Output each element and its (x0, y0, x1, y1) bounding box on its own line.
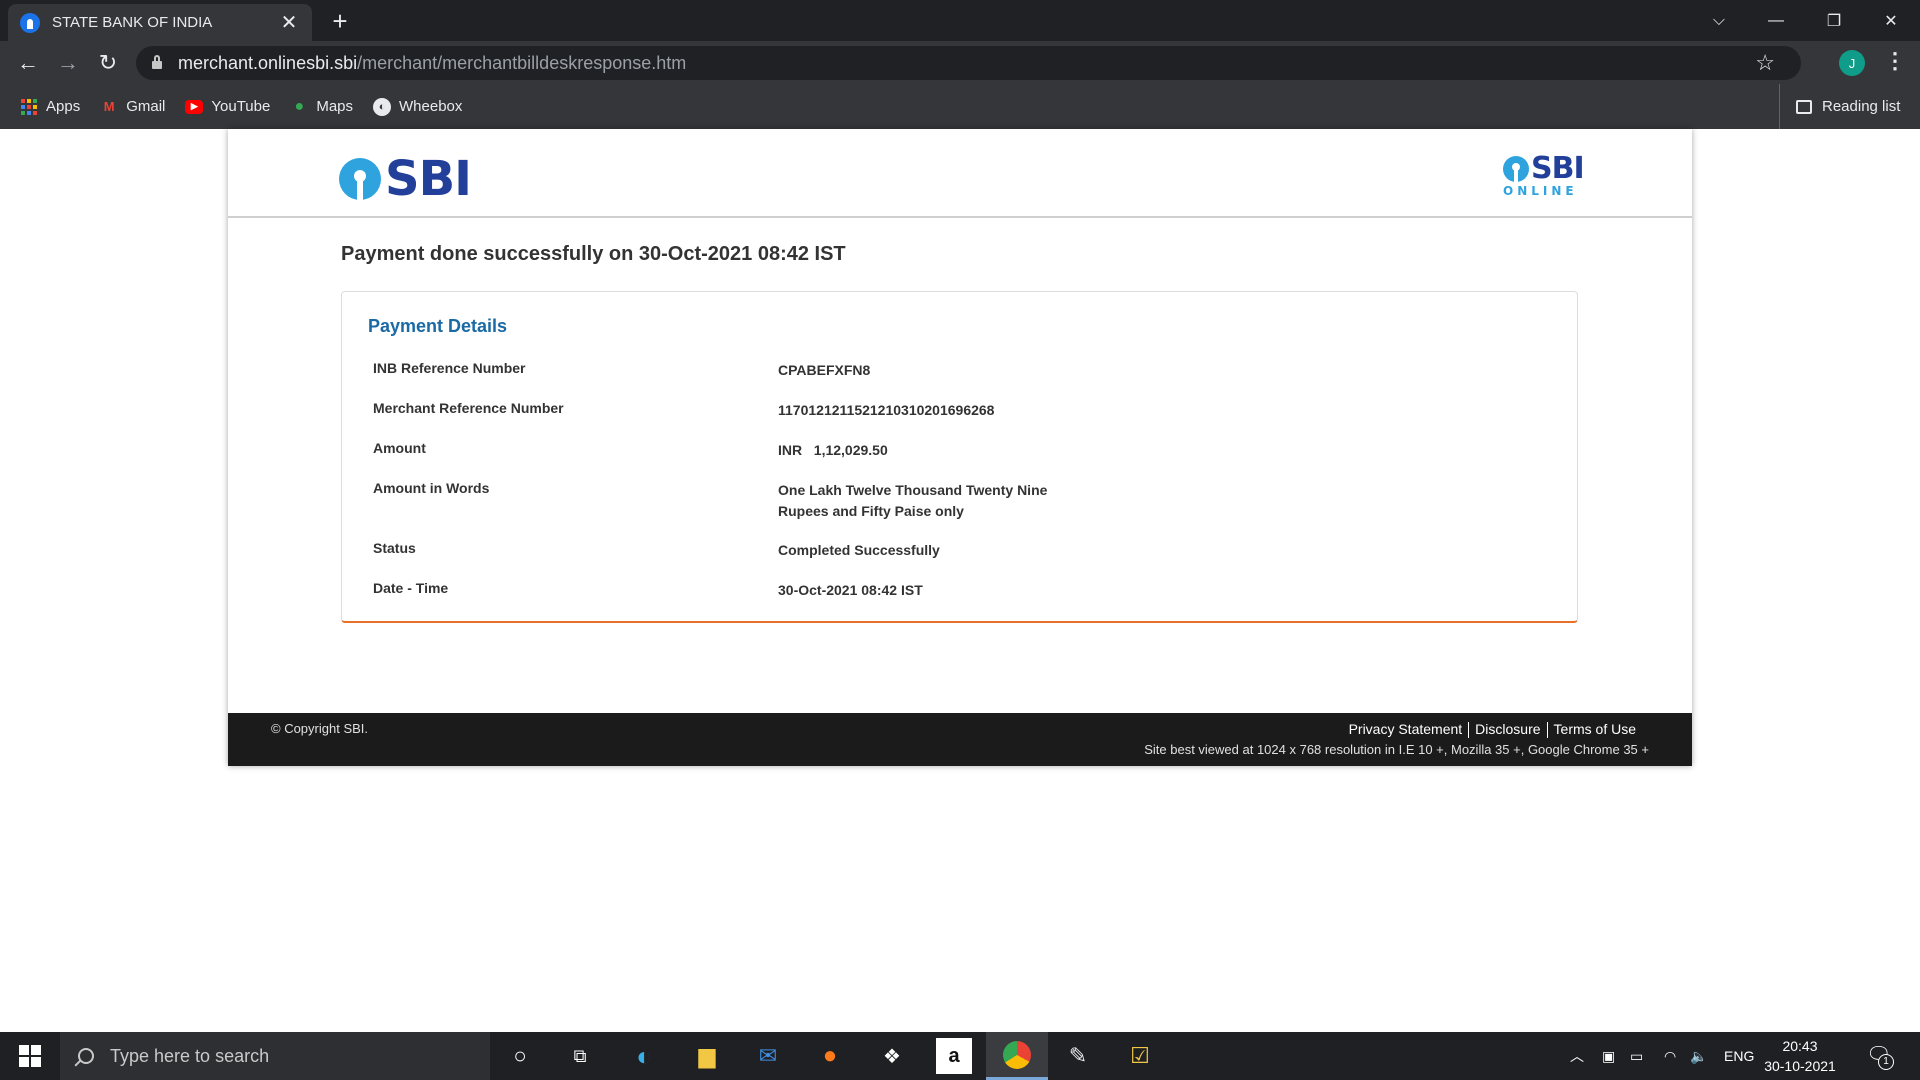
tab-title: STATE BANK OF INDIA (52, 14, 213, 31)
detail-value: INR 1,12,029.50 (778, 442, 888, 458)
bookmark-gmail[interactable]: M Gmail (100, 98, 166, 116)
taskbar-clock[interactable]: 20:43 30-10-2021 (1760, 1036, 1840, 1076)
clock-time: 20:43 (1782, 1038, 1818, 1054)
paint-icon[interactable]: ✎ (1060, 1038, 1096, 1074)
maps-icon: ● (294, 97, 305, 115)
page-header: SBI SBI ONLINE (228, 129, 1692, 218)
bookmark-youtube[interactable]: ▶ YouTube (185, 98, 270, 115)
disclosure-link[interactable]: Disclosure (1469, 721, 1546, 738)
browser-tab-bar: STATE BANK OF INDIA ✕ + ⌵ — ❐ ✕ (0, 0, 1920, 41)
page-footer: © Copyright SBI. Privacy Statement Discl… (228, 713, 1692, 766)
tab-close-icon[interactable]: ✕ (278, 10, 300, 35)
dropbox-icon[interactable]: ❖ (874, 1038, 910, 1074)
sbi-logo-icon (339, 158, 381, 200)
reading-list-button[interactable]: Reading list (1779, 84, 1900, 129)
payment-success-message: Payment done successfully on 30-Oct-2021… (341, 243, 846, 265)
bookmark-wheebox[interactable]: ◐ Wheebox (373, 97, 463, 116)
detail-label: Amount (373, 440, 426, 456)
search-icon (78, 1048, 94, 1064)
windows-taskbar: Type here to search ○ ⧉ ◐ ▆ ✉ ● ❖ a ✎ ☑ … (0, 1032, 1920, 1080)
browser-toolbar: ← → ↻ merchant.onlinesbi.sbi/merchant/me… (0, 41, 1920, 84)
sbi-online-subtext: ONLINE (1503, 184, 1578, 198)
bookmark-label: Maps (316, 98, 354, 115)
apps-grid-icon (20, 98, 38, 116)
bookmark-label: Gmail (126, 98, 166, 115)
notification-count-badge: 1 (1878, 1054, 1894, 1070)
bookmark-apps[interactable]: Apps (20, 98, 80, 116)
bookmark-label: Apps (46, 98, 81, 115)
copyright-text: © Copyright SBI. (271, 721, 369, 736)
edge-icon[interactable]: ◐ (626, 1038, 662, 1074)
page-viewport: SBI SBI ONLINE Payment done successfully… (0, 129, 1920, 1029)
sbi-online-logo[interactable]: SBI ONLINE (1503, 151, 1585, 198)
clock-date: 30-10-2021 (1764, 1058, 1836, 1074)
battery-icon[interactable]: ▭ (1630, 1032, 1643, 1080)
chrome-icon[interactable] (986, 1032, 1048, 1080)
browser-menu-icon[interactable]: ⋮ (1884, 48, 1906, 74)
file-explorer-icon[interactable]: ▆ (689, 1038, 725, 1074)
tab-search-icon[interactable]: ⌵ (1690, 0, 1748, 41)
show-hidden-icons[interactable]: ︿ (1570, 1032, 1584, 1080)
bookmark-label: Wheebox (399, 98, 463, 115)
detail-label: Amount in Words (373, 480, 490, 496)
detail-value: 117012121152121031020169626​8 (778, 402, 995, 418)
taskbar-search-placeholder: Type here to search (110, 1045, 270, 1066)
privacy-statement-link[interactable]: Privacy Statement (1343, 721, 1469, 738)
firefox-icon[interactable]: ● (812, 1038, 848, 1074)
payment-details-title: Payment Details (368, 316, 508, 336)
cortana-icon[interactable]: ○ (502, 1038, 538, 1074)
sbi-logo-text: SBI (385, 151, 472, 207)
lock-icon[interactable] (152, 55, 162, 69)
bookmarks-bar: Apps M Gmail ▶ YouTube ● Maps ◐ Wheebox (0, 84, 1920, 129)
volume-icon[interactable]: 🔈 (1690, 1032, 1707, 1080)
sbi-logo[interactable]: SBI (339, 151, 472, 207)
language-indicator[interactable]: ENG (1724, 1032, 1754, 1080)
norton-icon[interactable]: ☑ (1122, 1038, 1158, 1074)
reading-list-icon (1796, 99, 1812, 114)
page-container: SBI SBI ONLINE Payment done successfully… (228, 129, 1692, 766)
sbi-online-logo-text: SBI (1531, 151, 1585, 186)
bookmark-label: YouTube (211, 98, 271, 115)
wheebox-icon: ◐ (373, 97, 392, 116)
windows-logo-icon (19, 1045, 41, 1067)
best-view-note: Site best viewed at 1024 x 768 resolutio… (1144, 742, 1649, 757)
reading-list-label: Reading list (1822, 98, 1901, 115)
close-window-button[interactable]: ✕ (1862, 0, 1920, 41)
footer-links: Privacy Statement Disclosure Terms of Us… (1343, 721, 1642, 738)
new-tab-button[interactable]: + (325, 6, 355, 36)
back-arrow-icon[interactable]: ← (12, 47, 44, 79)
detail-value: 30-Oct-2021 08:42 IST (778, 582, 923, 598)
mail-icon[interactable]: ✉ (750, 1038, 786, 1074)
start-button[interactable] (0, 1032, 60, 1080)
reload-icon[interactable]: ↻ (92, 47, 124, 79)
url-path: /merchant/merchantbilldeskresponse.htm (357, 52, 687, 73)
terms-of-use-link[interactable]: Terms of Use (1548, 721, 1642, 738)
url-host: merchant.onlinesbi.sbi (178, 52, 358, 73)
detail-label: Merchant Reference Number (373, 400, 564, 416)
task-view-icon[interactable]: ⧉ (562, 1038, 598, 1074)
detail-label: INB Reference Number (373, 360, 526, 376)
bookmark-star-icon[interactable]: ☆ (1755, 50, 1775, 76)
gmail-icon: M (103, 99, 115, 114)
sbi-favicon-icon (20, 12, 40, 33)
wifi-icon[interactable]: ◠ (1664, 1032, 1676, 1080)
taskbar-search-box[interactable]: Type here to search (60, 1032, 490, 1080)
detail-value: CPABEFXFN8 (778, 362, 871, 378)
bookmark-maps[interactable]: ● Maps (290, 98, 353, 116)
detail-value: Completed Successfully (778, 542, 940, 558)
browser-tab[interactable]: STATE BANK OF INDIA ✕ (8, 4, 312, 41)
address-bar[interactable]: merchant.onlinesbi.sbi/merchant/merchant… (136, 46, 1801, 80)
detail-value: One Lakh Twelve Thousand Twenty Nine Rup… (778, 482, 1048, 519)
sbi-online-logo-icon (1503, 155, 1529, 182)
payment-details-panel: Payment Details INB Reference Number CPA… (341, 291, 1578, 623)
forward-arrow-icon[interactable]: → (52, 47, 84, 79)
meet-now-icon[interactable]: ▣ (1602, 1032, 1615, 1080)
detail-label: Status (373, 540, 416, 556)
detail-label: Date - Time (373, 580, 449, 596)
youtube-icon: ▶ (185, 99, 204, 114)
restore-button[interactable]: ❐ (1805, 0, 1863, 41)
profile-avatar[interactable]: J (1839, 50, 1865, 76)
minimize-button[interactable]: — (1747, 0, 1805, 41)
amazon-icon[interactable]: a (936, 1038, 972, 1074)
